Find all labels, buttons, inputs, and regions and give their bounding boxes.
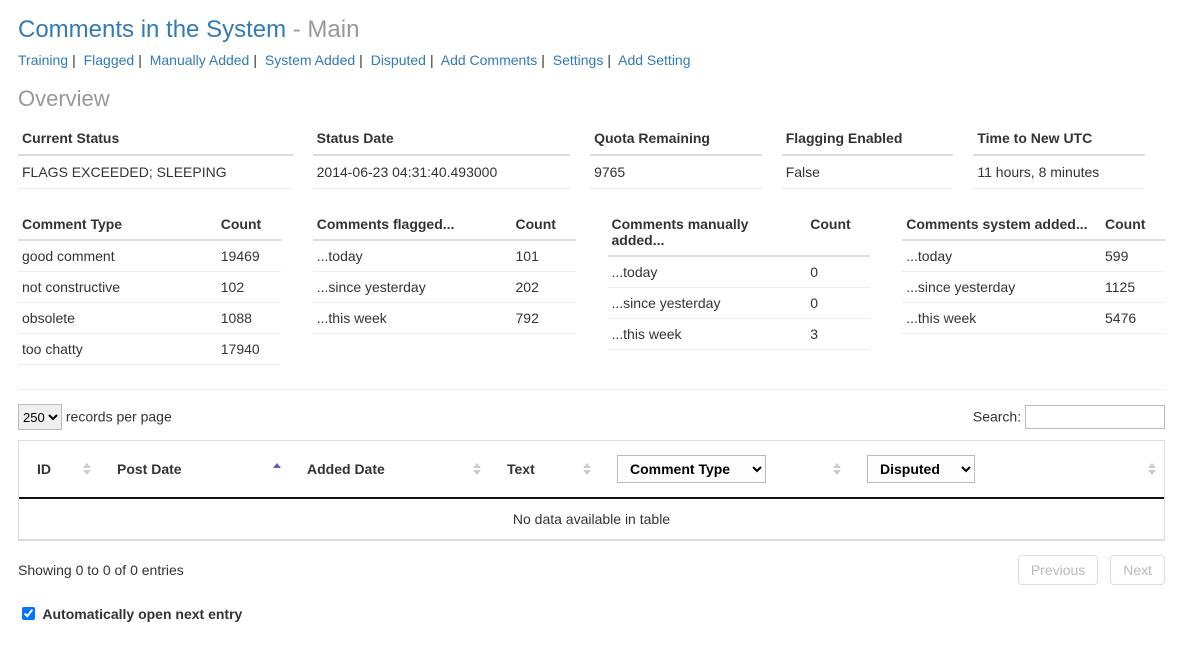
auto-open-checkbox[interactable] (22, 607, 35, 620)
status-date-value: 2014-06-23 04:31:40.493000 (313, 156, 570, 189)
status-quota: Quota Remaining 9765 (590, 122, 782, 189)
nav-links: Training| Flagged| Manually Added| Syste… (18, 52, 1165, 68)
stats-manual-title: Comments manually added... (608, 209, 807, 255)
status-flagging-value: False (782, 156, 954, 189)
status-row: Current Status FLAGS EXCEEDED; SLEEPING … (18, 122, 1165, 189)
sort-icon (833, 463, 841, 475)
pagination: Previous Next (1010, 555, 1165, 585)
table-row: too chatty17940 (18, 334, 281, 365)
column-header-disputed[interactable]: Disputed (849, 441, 1164, 499)
table-row: ...this week3 (608, 319, 871, 350)
table-row: obsolete1088 (18, 303, 281, 334)
table-row: ...today599 (902, 241, 1165, 272)
title-main-link[interactable]: Comments in the System (18, 16, 286, 43)
stats-row: Comment Type Count good comment19469 not… (18, 209, 1165, 365)
status-flagging-header: Flagging Enabled (782, 122, 954, 156)
nav-manually-added[interactable]: Manually Added (150, 52, 250, 68)
datatable-bottom-controls: Showing 0 to 0 of 0 entries Previous Nex… (18, 555, 1165, 585)
page-title: Comments in the System - Main (18, 16, 1165, 44)
sort-icon (583, 463, 591, 475)
table-row: ...since yesterday1125 (902, 272, 1165, 303)
sort-icon (273, 463, 281, 475)
title-sep: - (286, 16, 307, 43)
table-row: ...today0 (608, 257, 871, 288)
stats-system-count-label: Count (1101, 209, 1165, 239)
status-date-header: Status Date (313, 122, 570, 156)
status-time-value: 11 hours, 8 minutes (973, 156, 1145, 189)
nav-settings[interactable]: Settings (553, 52, 604, 68)
sort-icon (1148, 463, 1156, 475)
search-label: Search: (973, 409, 1025, 425)
column-header-added-date[interactable]: Added Date (289, 441, 489, 499)
nav-flagged[interactable]: Flagged (84, 52, 135, 68)
next-button[interactable]: Next (1110, 555, 1165, 585)
stats-comment-type-count-label: Count (217, 209, 281, 239)
page-length-control: 250 records per page (18, 404, 172, 430)
status-time: Time to New UTC 11 hours, 8 minutes (973, 122, 1165, 189)
disputed-filter-select[interactable]: Disputed (867, 455, 975, 483)
table-row: ...today101 (313, 241, 576, 272)
table-row: good comment19469 (18, 241, 281, 272)
overview-heading: Overview (18, 86, 1165, 112)
page-length-suffix: records per page (66, 409, 172, 425)
sort-icon (83, 463, 91, 475)
sort-icon (473, 463, 481, 475)
title-sub: Main (307, 16, 359, 43)
auto-open-next-control: Automatically open next entry (18, 603, 1165, 622)
stats-comment-type: Comment Type Count good comment19469 not… (18, 209, 281, 365)
table-empty-message: No data available in table (19, 499, 1164, 540)
data-table: ID Post Date Added Date Text Comment Typ… (18, 440, 1165, 541)
status-current: Current Status FLAGS EXCEEDED; SLEEPING (18, 122, 313, 189)
column-header-post-date[interactable]: Post Date (99, 441, 289, 499)
table-row: ...since yesterday202 (313, 272, 576, 303)
stats-flagged-title: Comments flagged... (313, 209, 512, 239)
status-date: Status Date 2014-06-23 04:31:40.493000 (313, 122, 590, 189)
column-header-id[interactable]: ID (19, 441, 99, 499)
datatable-top-controls: 250 records per page Search: (18, 404, 1165, 430)
stats-manual-count-label: Count (806, 209, 870, 255)
datatable-info-text: Showing 0 to 0 of 0 entries (18, 562, 184, 578)
column-header-comment-type[interactable]: Comment Type (599, 441, 849, 499)
nav-system-added[interactable]: System Added (265, 52, 355, 68)
status-time-header: Time to New UTC (973, 122, 1145, 156)
search-input[interactable] (1025, 405, 1165, 429)
stats-comment-type-title: Comment Type (18, 209, 217, 239)
status-quota-value: 9765 (590, 156, 762, 189)
stats-flagged-count-label: Count (512, 209, 576, 239)
nav-training[interactable]: Training (18, 52, 68, 68)
stats-manual: Comments manually added... Count ...toda… (608, 209, 871, 365)
comment-type-filter-select[interactable]: Comment Type (617, 455, 766, 483)
stats-system: Comments system added... Count ...today5… (902, 209, 1165, 365)
status-quota-header: Quota Remaining (590, 122, 762, 156)
page-length-select[interactable]: 250 (18, 404, 62, 430)
column-header-text[interactable]: Text (489, 441, 599, 499)
nav-disputed[interactable]: Disputed (371, 52, 426, 68)
stats-flagged: Comments flagged... Count ...today101 ..… (313, 209, 576, 365)
auto-open-label[interactable]: Automatically open next entry (18, 606, 242, 622)
search-control: Search: (973, 405, 1165, 429)
status-flagging: Flagging Enabled False (782, 122, 974, 189)
status-current-value: FLAGS EXCEEDED; SLEEPING (18, 156, 293, 189)
nav-add-setting[interactable]: Add Setting (618, 52, 690, 68)
nav-add-comments[interactable]: Add Comments (441, 52, 537, 68)
status-current-header: Current Status (18, 122, 293, 156)
stats-system-title: Comments system added... (902, 209, 1101, 239)
table-row: not constructive102 (18, 272, 281, 303)
previous-button[interactable]: Previous (1018, 555, 1098, 585)
table-empty-row: No data available in table (19, 499, 1164, 540)
table-row: ...this week792 (313, 303, 576, 334)
divider (18, 389, 1165, 390)
table-row: ...this week5476 (902, 303, 1165, 334)
table-row: ...since yesterday0 (608, 288, 871, 319)
